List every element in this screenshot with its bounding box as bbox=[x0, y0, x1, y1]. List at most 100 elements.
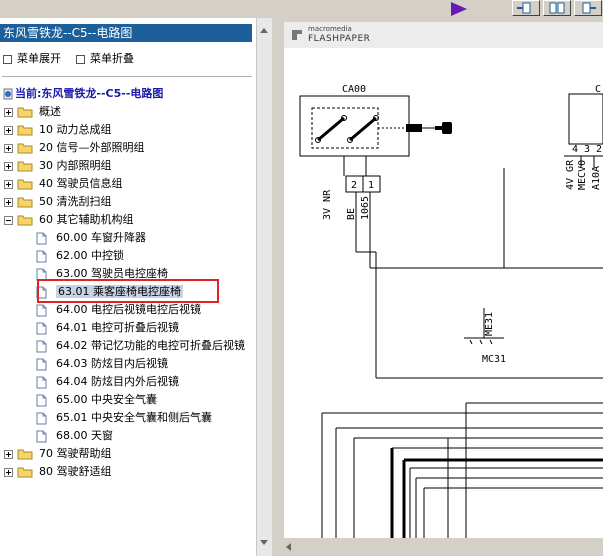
tree-item-label: 60 其它辅助机构组 bbox=[39, 213, 134, 226]
c-label: C bbox=[595, 84, 601, 95]
pin-4-label: 4 bbox=[572, 144, 578, 155]
logo-big-text: FLASHPAPER bbox=[308, 34, 371, 44]
wire-be-label: BE bbox=[346, 208, 357, 220]
page-icon bbox=[36, 232, 47, 244]
tree-page[interactable]: 60.00 车窗升降器 bbox=[36, 229, 146, 247]
folder-icon bbox=[17, 107, 33, 118]
expand-toggle-icon[interactable] bbox=[4, 467, 13, 477]
expand-menu-button[interactable]: 菜单展开 bbox=[3, 50, 61, 66]
tree-item-label: 30 内部照明组 bbox=[39, 159, 112, 172]
tree-folder[interactable]: 80 驾驶舒适组 bbox=[4, 463, 112, 481]
me31-label: ME31 bbox=[484, 312, 495, 336]
info-icon bbox=[3, 88, 13, 100]
folder-icon bbox=[17, 125, 33, 136]
wire-4v-gr-label: 4V GR bbox=[565, 159, 576, 190]
wire-mecv0-label: MECV0 bbox=[577, 160, 588, 190]
tree-item-label: 64.04 防炫目内外后视镜 bbox=[56, 375, 179, 388]
tree-folder[interactable]: 40 驾驶员信息组 bbox=[4, 175, 123, 193]
flashpaper-logo-icon bbox=[292, 30, 302, 40]
expand-icon bbox=[3, 54, 12, 64]
tree-page[interactable]: 64.03 防炫目内后视镜 bbox=[36, 355, 168, 373]
scroll-left-icon[interactable] bbox=[286, 543, 291, 551]
expand-toggle-icon[interactable] bbox=[4, 449, 13, 459]
scroll-up-icon[interactable] bbox=[260, 28, 268, 33]
folder-icon bbox=[17, 179, 33, 190]
tree-item-label: 20 信号—外部照明组 bbox=[39, 141, 145, 154]
wire-1065-label: 1065 bbox=[360, 196, 371, 220]
tree-folder[interactable]: 70 驾驶帮助组 bbox=[4, 445, 112, 463]
tree-item-label: 65.01 中央安全气囊和侧后气囊 bbox=[56, 411, 212, 424]
ca00-label: CA00 bbox=[342, 84, 366, 95]
tree-folder[interactable]: 30 内部照明组 bbox=[4, 157, 112, 175]
folder-icon bbox=[17, 197, 33, 208]
prev-page-button[interactable] bbox=[512, 0, 540, 16]
toolbar bbox=[0, 0, 603, 18]
tree-folder[interactable]: 50 清洗刮扫组 bbox=[4, 193, 112, 211]
c-component-box bbox=[568, 93, 603, 145]
highlight-box bbox=[37, 279, 219, 303]
tree-item-label: 64.01 电控可折叠后视镜 bbox=[56, 321, 179, 334]
page-icon bbox=[36, 394, 47, 406]
tree-item-label: 68.00 天窗 bbox=[56, 429, 113, 442]
next-page-button[interactable] bbox=[574, 0, 602, 16]
wire-a10a-label: A10A bbox=[591, 166, 602, 190]
page-icon bbox=[36, 430, 47, 442]
tree-page[interactable]: 64.01 电控可折叠后视镜 bbox=[36, 319, 179, 337]
ca00-box bbox=[299, 95, 410, 157]
scroll-down-icon[interactable] bbox=[260, 540, 268, 545]
collapse-menu-button[interactable]: 菜单折叠 bbox=[76, 50, 134, 66]
tree-page[interactable]: 65.00 中央安全气囊 bbox=[36, 391, 157, 409]
pin-2-label: 2 bbox=[351, 180, 357, 191]
tree-folder[interactable]: 20 信号—外部照明组 bbox=[4, 139, 145, 157]
tree-page[interactable]: 64.00 电控后视镜电控后视镜 bbox=[36, 301, 201, 319]
viewer-header: macromedia FLASHPAPER bbox=[284, 22, 603, 48]
tree-item-label: 40 驾驶员信息组 bbox=[39, 177, 123, 190]
tree-page[interactable]: 65.01 中央安全气囊和侧后气囊 bbox=[36, 409, 212, 427]
tree-item-label: 64.00 电控后视镜电控后视镜 bbox=[56, 303, 201, 316]
tree-folder[interactable]: 60 其它辅助机构组 bbox=[4, 211, 134, 229]
tree-folder[interactable]: 10 动力总成组 bbox=[4, 121, 112, 139]
tree-page[interactable]: 62.00 中控锁 bbox=[36, 247, 124, 265]
tree-page[interactable]: 64.02 带记忆功能的电控可折叠后视镜 bbox=[36, 337, 245, 355]
tree-root[interactable]: 当前:东风雪铁龙--C5--电路图 bbox=[3, 85, 163, 103]
collapse-toggle-icon[interactable] bbox=[4, 215, 13, 225]
wire-3v-nr-label: 3V NR bbox=[322, 189, 333, 220]
expand-toggle-icon[interactable] bbox=[4, 179, 13, 189]
page-icon bbox=[36, 304, 47, 316]
fit-page-button[interactable] bbox=[543, 0, 571, 16]
tree-page[interactable]: 68.00 天窗 bbox=[36, 427, 113, 445]
tree-item-label: 50 清洗刮扫组 bbox=[39, 195, 112, 208]
folder-icon bbox=[17, 215, 33, 226]
tree-page[interactable]: 64.04 防炫目内外后视镜 bbox=[36, 373, 179, 391]
circuit-diagram: CA00 C 2 1 3V NR BE 1065 4V GR MECV0 A10… bbox=[299, 84, 603, 538]
tree-item-label: 80 驾驶舒适组 bbox=[39, 465, 112, 478]
page-icon bbox=[36, 340, 47, 352]
panel-title: 东风雪铁龙--C5--电路图 bbox=[0, 24, 252, 42]
tree-folder[interactable]: 概述 bbox=[4, 103, 61, 121]
horizontal-scrollbar[interactable] bbox=[278, 538, 603, 556]
page-icon bbox=[36, 250, 47, 262]
page-icon bbox=[36, 358, 47, 370]
folder-icon bbox=[17, 161, 33, 172]
expand-toggle-icon[interactable] bbox=[4, 143, 13, 153]
navigation-panel: 东风雪铁龙--C5--电路图 菜单展开 菜单折叠 当前:东风雪铁龙--C5--电… bbox=[0, 18, 272, 556]
expand-toggle-icon[interactable] bbox=[4, 107, 13, 117]
switch-dashed-box bbox=[311, 107, 379, 149]
play-icon[interactable] bbox=[451, 2, 467, 16]
page-icon bbox=[36, 412, 47, 424]
logo-small-text: macromedia bbox=[308, 25, 352, 33]
mc31-label: MC31 bbox=[482, 354, 506, 365]
pin-1-label: 1 bbox=[368, 180, 374, 191]
expand-toggle-icon[interactable] bbox=[4, 161, 13, 171]
collapse-icon bbox=[76, 54, 85, 64]
key-icon bbox=[406, 124, 422, 132]
tree-item-label: 60.00 车窗升降器 bbox=[56, 231, 146, 244]
expand-toggle-icon[interactable] bbox=[4, 125, 13, 135]
pin-3-label: 3 bbox=[584, 144, 590, 155]
diagram-page[interactable]: CA00 C 2 1 3V NR BE 1065 4V GR MECV0 A10… bbox=[284, 48, 603, 538]
tree-item-label: 62.00 中控锁 bbox=[56, 249, 124, 262]
expand-toggle-icon[interactable] bbox=[4, 197, 13, 207]
folder-icon bbox=[17, 143, 33, 154]
divider bbox=[2, 76, 252, 77]
vertical-scrollbar[interactable] bbox=[256, 18, 272, 556]
